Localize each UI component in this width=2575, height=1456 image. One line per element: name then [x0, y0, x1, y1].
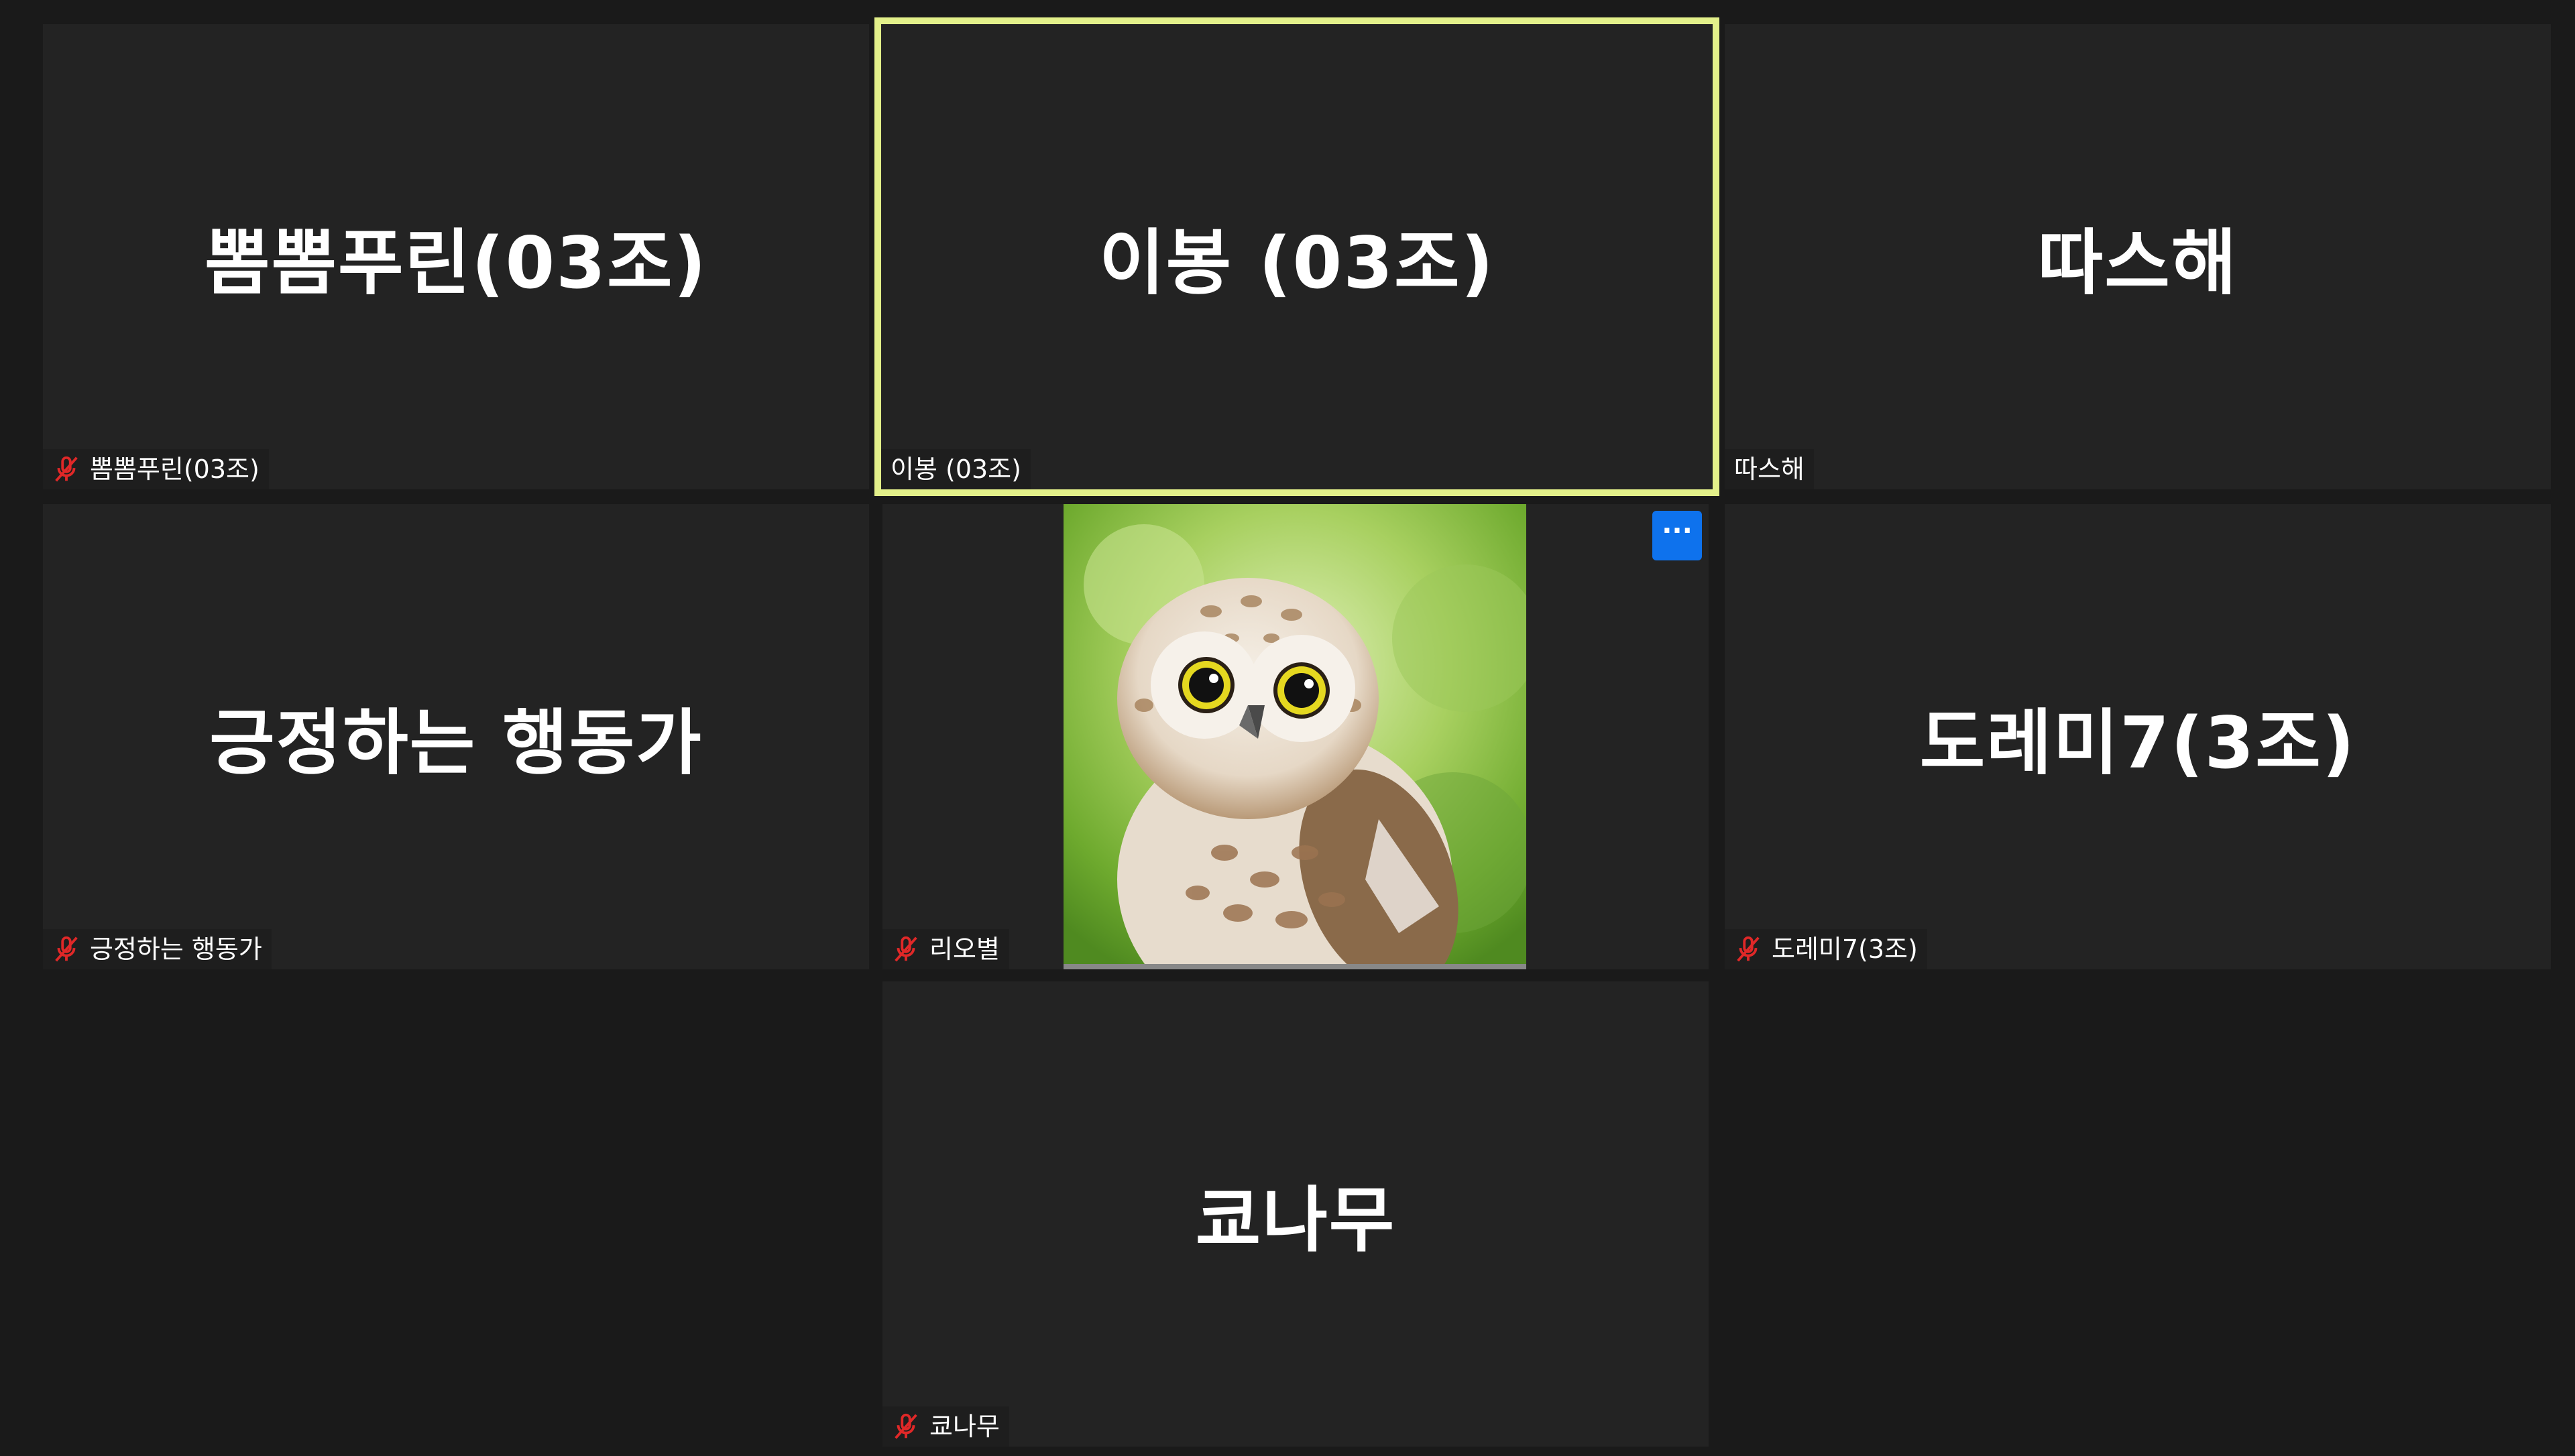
participant-display-name: 긍정하는 행동가 [209, 702, 703, 784]
participant-tag-label: 뽐뽐푸린(03조) [90, 454, 260, 484]
participant-tile-1[interactable]: 뽐뽐푸린(03조) 뽐뽐푸린(03조) [43, 24, 869, 489]
owl-video-image [1064, 504, 1526, 967]
participant-tag-label: 이봉 (03조) [891, 454, 1021, 484]
participant-tag-label: 쿄나무 [929, 1412, 1000, 1441]
participant-name-tag: 긍정하는 행동가 [43, 929, 272, 969]
participant-display-name: 뽐뽐푸린(03조) [204, 222, 707, 304]
more-options-button[interactable]: ··· [1652, 511, 1702, 560]
microphone-muted-icon [1737, 936, 1760, 962]
participant-name-tag: 이봉 (03조) [881, 449, 1031, 489]
participant-tile-4[interactable]: 긍정하는 행동가 긍정하는 행동가 [43, 504, 869, 969]
participant-video-feed [1064, 504, 1526, 967]
participant-name-tag: 리오별 [882, 929, 1009, 969]
participant-tile-6[interactable]: 도레미7(3조) 도레미7(3조) [1725, 504, 2551, 969]
participant-tag-label: 도레미7(3조) [1772, 934, 1918, 964]
video-gallery-grid: 뽐뽐푸린(03조) 뽐뽐푸린(03조) 이봉 (03조) 이봉 (03조) 따스… [0, 0, 2575, 1456]
participant-name-tag: 도레미7(3조) [1725, 929, 1927, 969]
participant-name-tag: 쿄나무 [882, 1406, 1009, 1447]
participant-name-tag: 뽐뽐푸린(03조) [43, 449, 269, 489]
participant-tag-label: 리오별 [929, 934, 1000, 964]
microphone-muted-icon [55, 456, 78, 482]
participant-display-name: 도레미7(3조) [1919, 702, 2356, 784]
microphone-muted-icon [895, 936, 917, 962]
participant-tag-label: 따스해 [1734, 454, 1805, 484]
microphone-muted-icon [55, 936, 78, 962]
participant-tile-7[interactable]: 쿄나무 쿄나무 [882, 981, 1709, 1447]
participant-tile-2-active[interactable]: 이봉 (03조) 이봉 (03조) [874, 17, 1719, 496]
more-options-icon: ··· [1662, 515, 1693, 546]
participant-tile-5-video[interactable]: ··· 리오별 [882, 504, 1709, 969]
microphone-muted-icon [895, 1413, 917, 1439]
participant-display-name: 따스해 [2037, 222, 2238, 304]
participant-name-tag: 따스해 [1725, 449, 1814, 489]
participant-display-name: 이봉 (03조) [1099, 222, 1495, 304]
participant-display-name: 쿄나무 [1195, 1179, 1396, 1262]
participant-tag-label: 긍정하는 행동가 [90, 934, 262, 964]
participant-tile-3[interactable]: 따스해 따스해 [1725, 24, 2551, 489]
video-bottom-bar [1064, 964, 1526, 969]
